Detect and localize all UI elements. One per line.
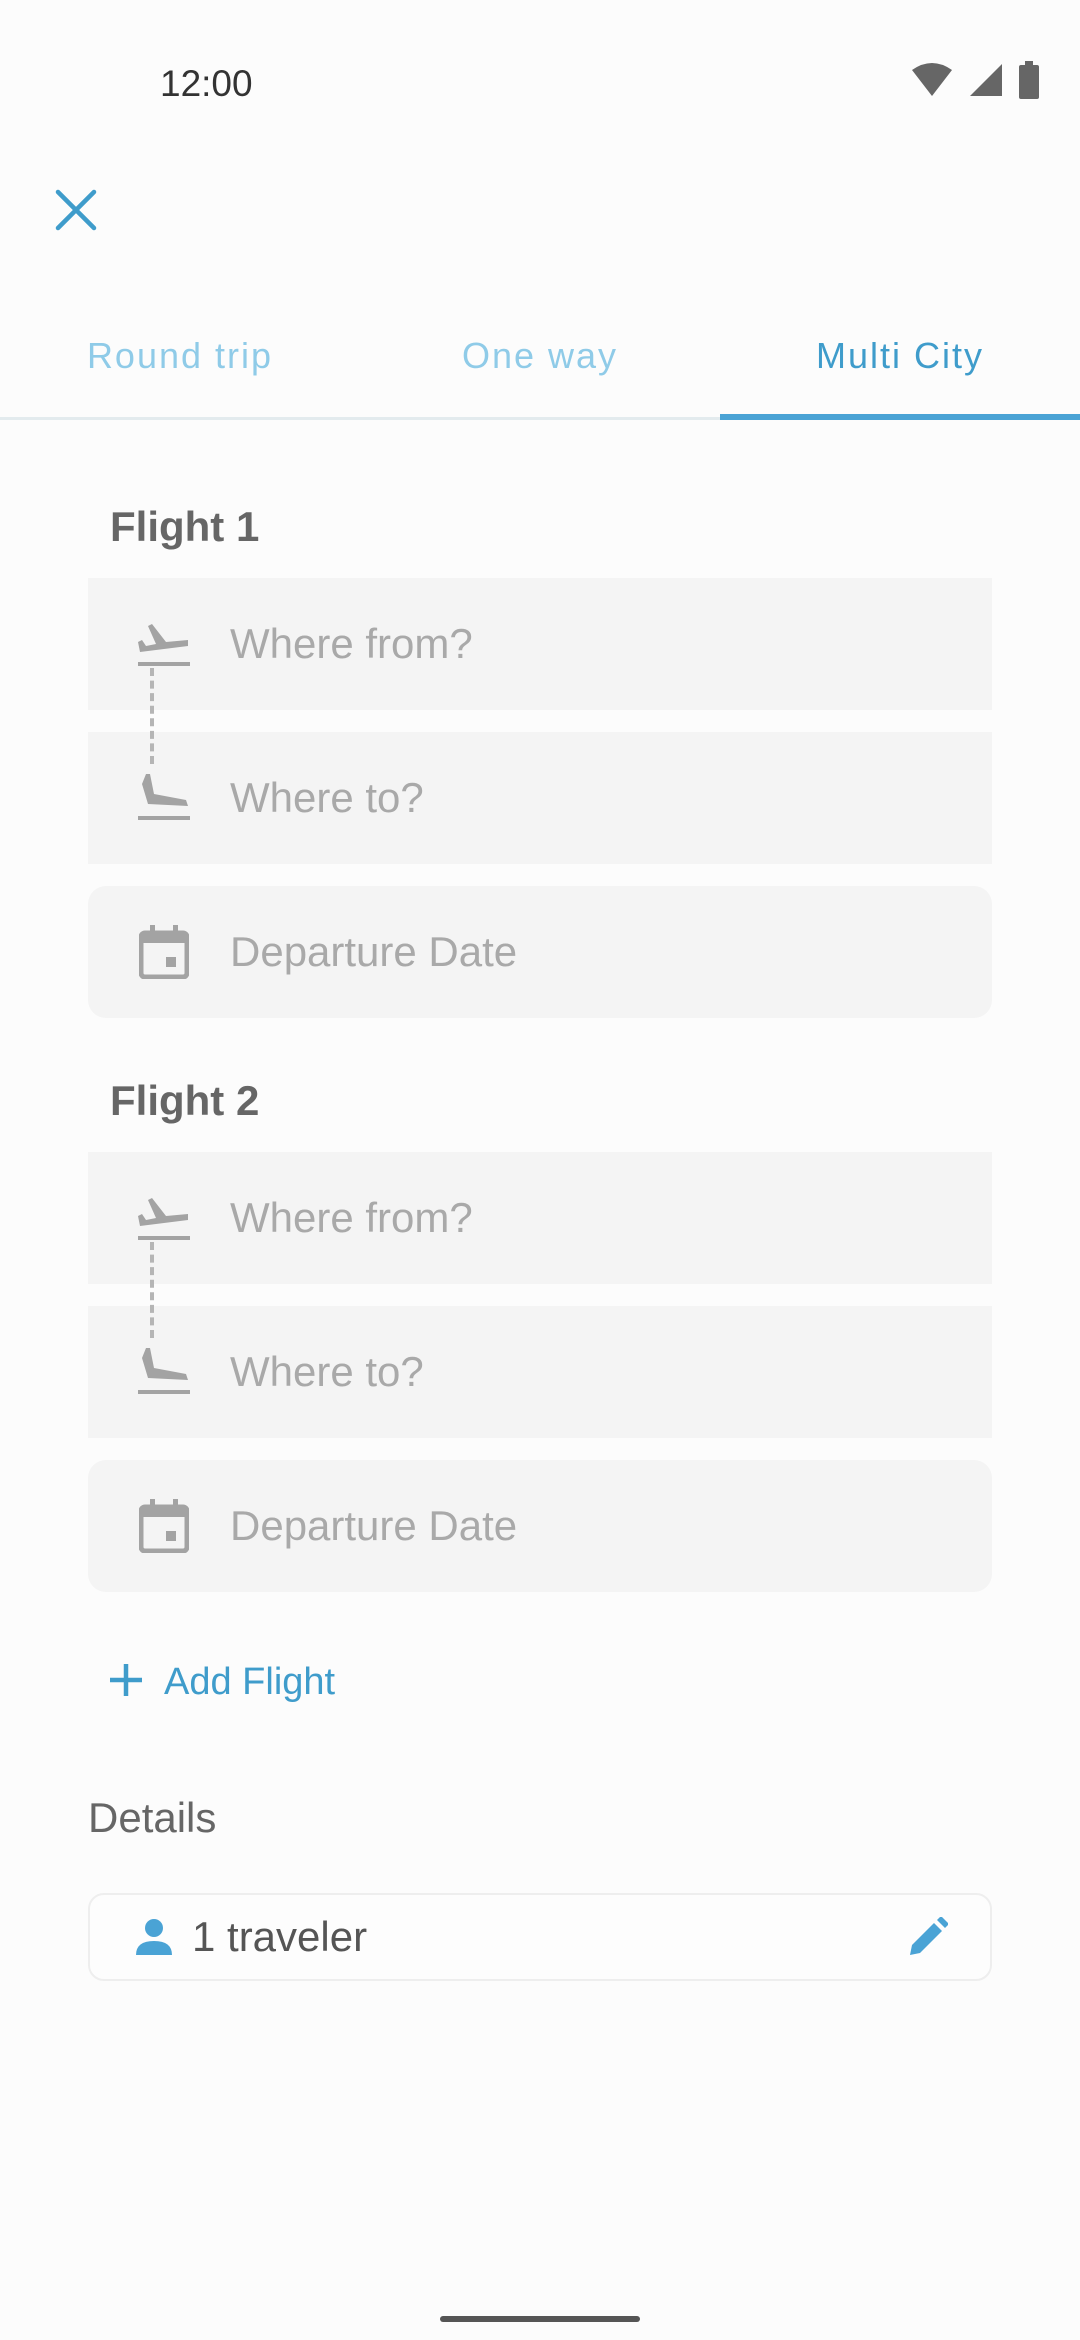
flight-2-to-field[interactable]: Where to? xyxy=(88,1306,992,1438)
status-icons xyxy=(910,60,1040,104)
calendar-icon xyxy=(134,922,194,982)
flight-2-date-placeholder: Departure Date xyxy=(230,1502,518,1549)
flight-land-icon xyxy=(134,1342,194,1402)
flight-2-date-field[interactable]: Departure Date xyxy=(88,1460,992,1592)
close-icon xyxy=(54,188,98,237)
flight-1-from-placeholder: Where from? xyxy=(230,620,473,667)
details-title: Details xyxy=(88,1794,217,1841)
plus-icon xyxy=(108,1662,144,1703)
tab-one-way[interactable]: One way xyxy=(360,320,720,417)
battery-icon xyxy=(1018,60,1040,104)
flight-1-date-field[interactable]: Departure Date xyxy=(88,886,992,1018)
flight-1-from-field[interactable]: Where from? xyxy=(88,578,992,710)
flight-1-to-placeholder: Where to? xyxy=(230,774,424,821)
flight-2-from-placeholder: Where from? xyxy=(230,1194,473,1241)
tab-multi-city[interactable]: Multi City xyxy=(720,320,1080,420)
flight-1-title: Flight 1 xyxy=(110,503,260,550)
calendar-icon xyxy=(134,1496,194,1556)
signal-icon xyxy=(968,62,1004,103)
close-button[interactable] xyxy=(44,180,108,244)
flight-1-date-placeholder: Departure Date xyxy=(230,928,518,975)
traveler-selector[interactable]: 1 traveler xyxy=(88,1893,992,1981)
add-flight-button[interactable]: Add Flight xyxy=(108,1652,335,1712)
person-icon xyxy=(134,1917,174,1957)
flight-2-from-field[interactable]: Where from? xyxy=(88,1152,992,1284)
route-connector-line xyxy=(150,668,154,764)
add-flight-label: Add Flight xyxy=(164,1660,336,1703)
tab-round-trip[interactable]: Round trip xyxy=(0,320,360,417)
wifi-icon xyxy=(910,62,954,103)
flight-2-to-placeholder: Where to? xyxy=(230,1348,424,1395)
flight-takeoff-icon xyxy=(134,614,194,674)
flight-takeoff-icon xyxy=(134,1188,194,1248)
flight-land-icon xyxy=(134,768,194,828)
flight-1-to-field[interactable]: Where to? xyxy=(88,732,992,864)
pencil-icon[interactable] xyxy=(908,1917,948,1957)
flight-2-title: Flight 2 xyxy=(110,1077,260,1124)
status-time: 12:00 xyxy=(160,63,253,104)
route-connector-line xyxy=(150,1242,154,1338)
home-indicator[interactable] xyxy=(440,2316,640,2322)
trip-type-tabs: Round trip One way Multi City xyxy=(0,320,1080,420)
traveler-count: 1 traveler xyxy=(192,1913,368,1960)
